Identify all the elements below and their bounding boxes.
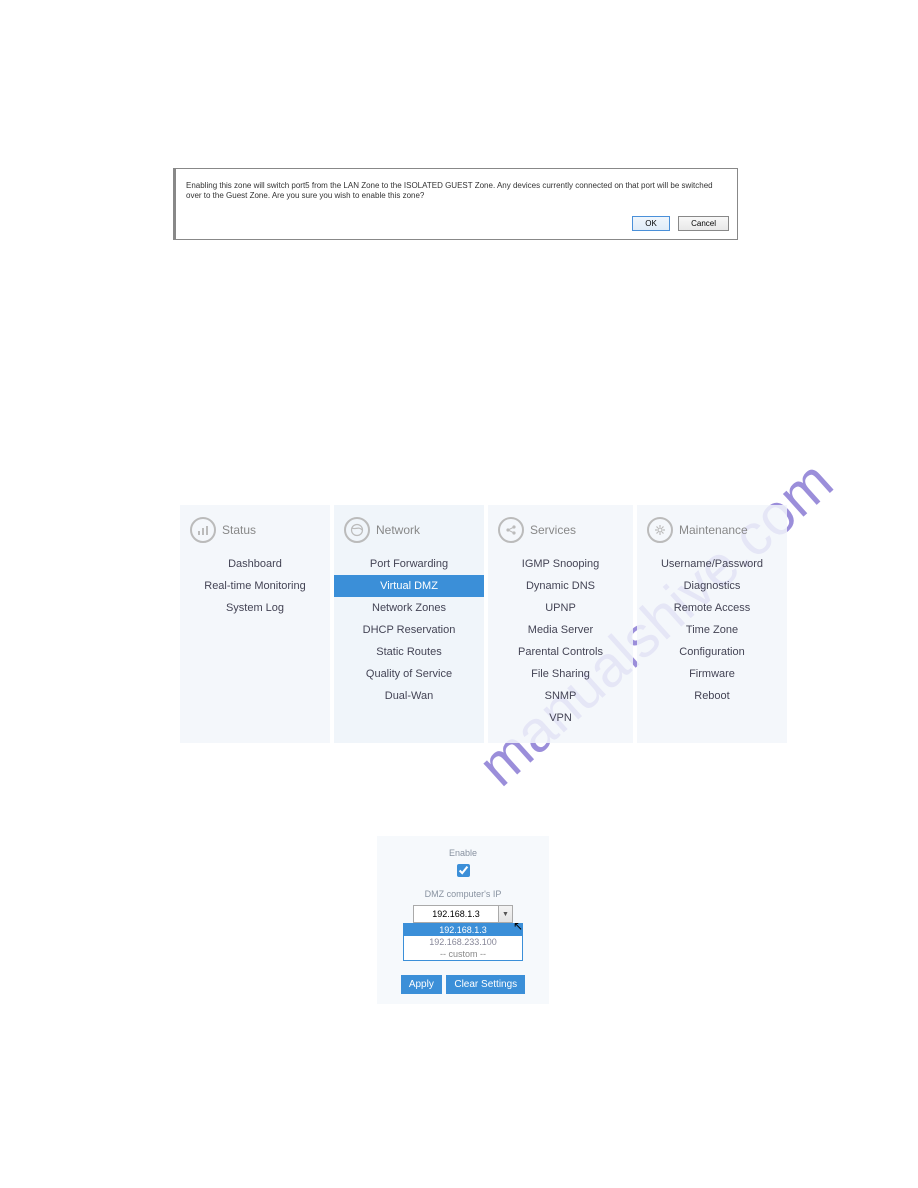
menu-item-vpn[interactable]: VPN [488,707,633,729]
menu-col-network: Network Port Forwarding Virtual DMZ Netw… [334,505,484,743]
menu-item-reboot[interactable]: Reboot [637,685,787,707]
ip-select-wrap: ▼ ↖ [413,905,513,923]
menu-header-label: Status [222,523,256,537]
menu-col-services: Services IGMP Snooping Dynamic DNS UPNP … [488,505,633,743]
dialog-message: Enabling this zone will switch port5 fro… [176,169,737,210]
menu-item-diagnostics[interactable]: Diagnostics [637,575,787,597]
ok-button[interactable]: OK [632,216,670,231]
menu-item-port-forwarding[interactable]: Port Forwarding [334,553,484,575]
menu-item-media-server[interactable]: Media Server [488,619,633,641]
ip-dropdown: 192.168.1.3 192.168.233.100 -- custom -- [403,923,523,961]
gear-icon [647,517,673,543]
menu-item-igmp-snooping[interactable]: IGMP Snooping [488,553,633,575]
clear-settings-button[interactable]: Clear Settings [446,975,525,994]
dmz-settings-panel: Enable DMZ computer's IP ▼ ↖ 192.168.1.3… [377,836,549,1004]
menu-header-maintenance: Maintenance [637,513,787,553]
menu-header-label: Network [376,523,420,537]
menu-item-dynamic-dns[interactable]: Dynamic DNS [488,575,633,597]
menu-header-label: Services [530,523,576,537]
ip-input[interactable] [413,905,499,923]
menu-header-status: Status [180,513,330,553]
bars-icon [190,517,216,543]
menu-item-time-zone[interactable]: Time Zone [637,619,787,641]
menu-item-virtual-dmz[interactable]: Virtual DMZ [334,575,484,597]
dmz-buttons: Apply Clear Settings [377,975,549,994]
menu-header-services: Services [488,513,633,553]
menu-item-file-sharing[interactable]: File Sharing [488,663,633,685]
menu-item-static-routes[interactable]: Static Routes [334,641,484,663]
enable-label: Enable [377,848,549,858]
ip-option-custom[interactable]: -- custom -- [404,948,522,960]
globe-icon [344,517,370,543]
menu-item-realtime-monitoring[interactable]: Real-time Monitoring [180,575,330,597]
ip-label: DMZ computer's IP [377,889,549,899]
apply-button[interactable]: Apply [401,975,442,994]
confirm-dialog: Enabling this zone will switch port5 fro… [173,168,738,240]
menu-item-firmware[interactable]: Firmware [637,663,787,685]
cancel-button[interactable]: Cancel [678,216,729,231]
menu-item-parental-controls[interactable]: Parental Controls [488,641,633,663]
menu-item-username-password[interactable]: Username/Password [637,553,787,575]
menu-header-label: Maintenance [679,523,748,537]
menu-item-dual-wan[interactable]: Dual-Wan [334,685,484,707]
menu-item-dhcp-reservation[interactable]: DHCP Reservation [334,619,484,641]
menu-item-configuration[interactable]: Configuration [637,641,787,663]
menu-item-upnp[interactable]: UPNP [488,597,633,619]
menu-item-network-zones[interactable]: Network Zones [334,597,484,619]
menu-header-network: Network [334,513,484,553]
menu-item-dashboard[interactable]: Dashboard [180,553,330,575]
dropdown-arrow-icon[interactable]: ▼ [499,905,513,923]
menu-col-status: Status Dashboard Real-time Monitoring Sy… [180,505,330,743]
menu-item-qos[interactable]: Quality of Service [334,663,484,685]
menu-item-system-log[interactable]: System Log [180,597,330,619]
dialog-footer: OK Cancel [176,210,737,239]
menu-col-maintenance: Maintenance Username/Password Diagnostic… [637,505,787,743]
enable-checkbox-wrap [377,864,549,879]
share-icon [498,517,524,543]
menu-item-remote-access[interactable]: Remote Access [637,597,787,619]
navigation-menu: Status Dashboard Real-time Monitoring Sy… [180,505,787,743]
ip-option-selected[interactable]: 192.168.1.3 [404,924,522,936]
menu-item-snmp[interactable]: SNMP [488,685,633,707]
enable-checkbox[interactable] [457,864,470,877]
ip-option[interactable]: 192.168.233.100 [404,936,522,948]
